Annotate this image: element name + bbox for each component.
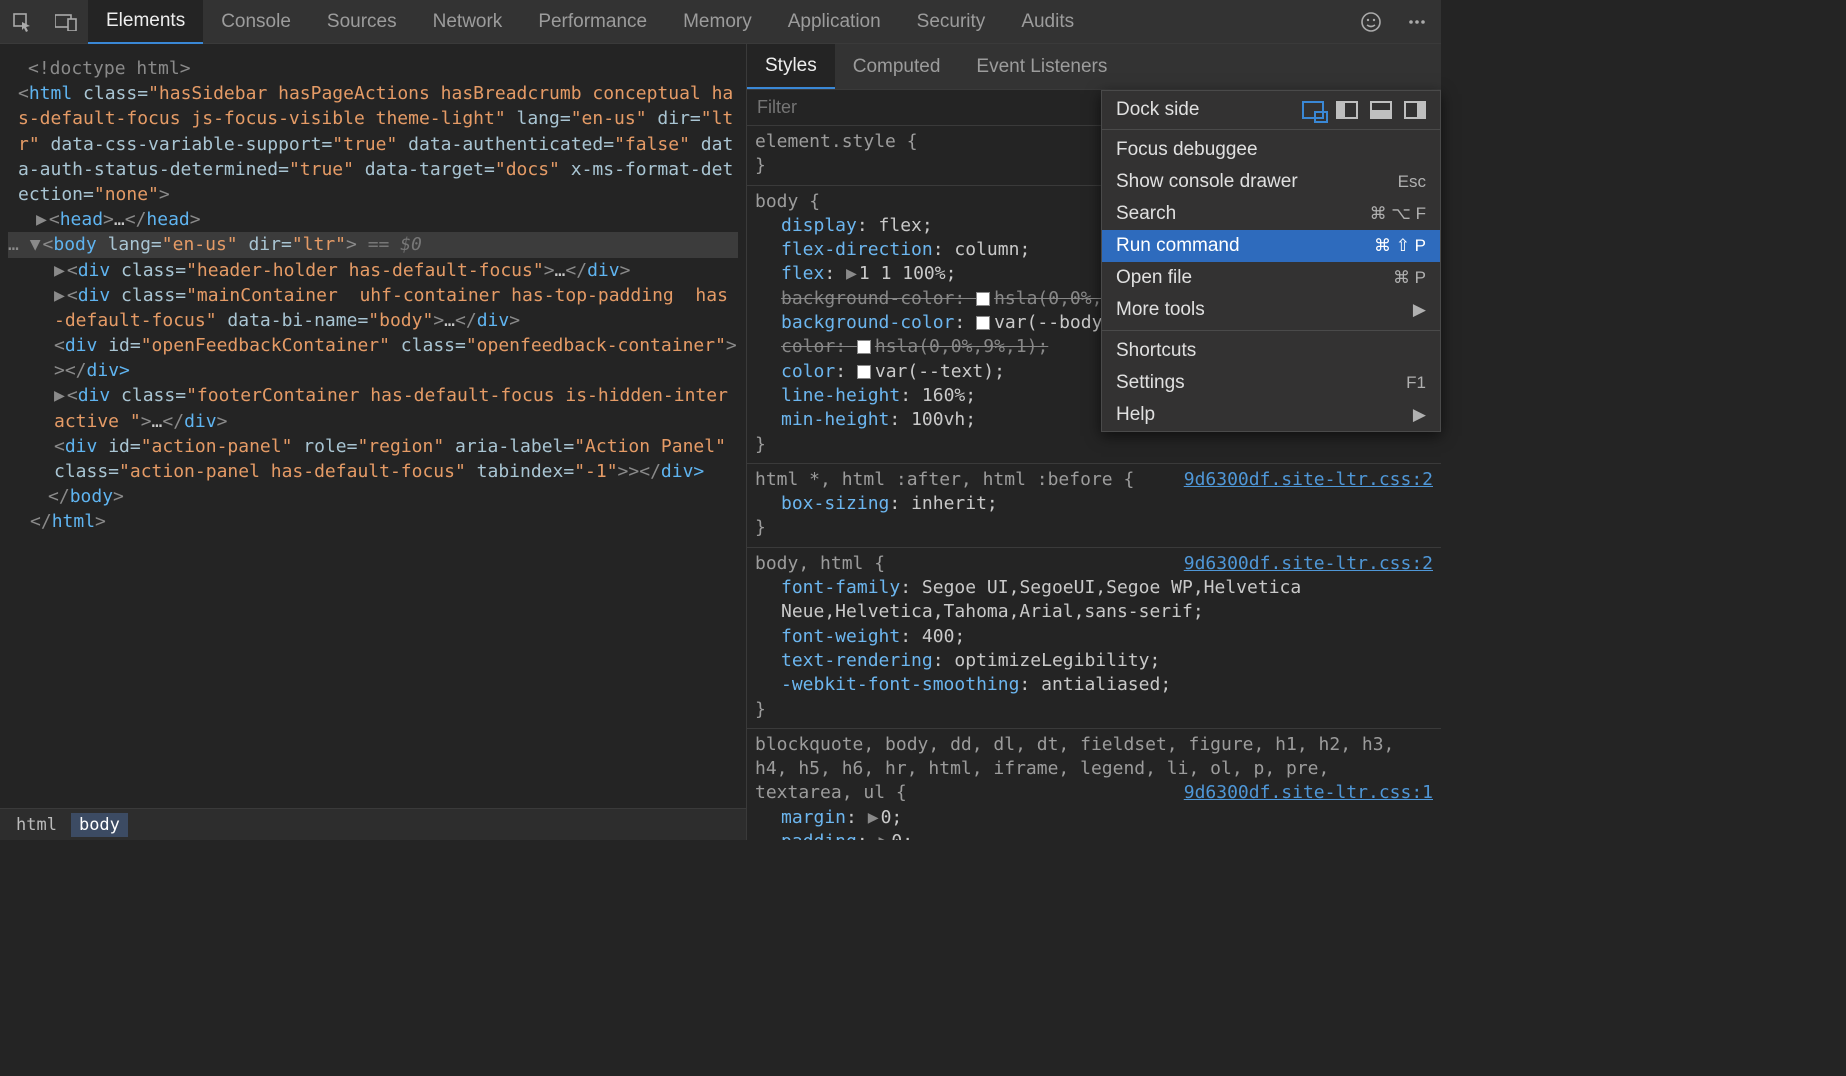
dock-left-icon[interactable] [1336,101,1358,119]
dock-side-label: Dock side [1116,99,1199,121]
breadcrumb-body[interactable]: body [71,813,128,837]
tab-memory[interactable]: Memory [665,0,770,44]
breadcrumb-html[interactable]: html [8,813,65,837]
source-link[interactable]: 9d6300df.site-ltr.css:2 [1184,552,1433,576]
menu-open-file[interactable]: Open file⌘ P [1102,262,1440,294]
elements-panel: <!doctype html><html class="hasSidebar h… [0,44,746,840]
tab-elements[interactable]: Elements [88,0,203,44]
source-link[interactable]: 9d6300df.site-ltr.css:1 [1184,781,1433,805]
menu-more-tools[interactable]: More tools▶ [1102,294,1440,326]
top-toolbar: ElementsConsoleSourcesNetworkPerformance… [0,0,1441,44]
dock-right-icon[interactable] [1404,101,1426,119]
feedback-icon[interactable] [1355,0,1387,44]
tab-audits[interactable]: Audits [1003,0,1092,44]
menu-search[interactable]: Search⌘ ⌥ F [1102,198,1440,230]
dom-tree[interactable]: <!doctype html><html class="hasSidebar h… [0,44,746,808]
menu-shortcuts[interactable]: Shortcuts [1102,335,1440,367]
main-tabs: ElementsConsoleSourcesNetworkPerformance… [88,0,1092,44]
tab-security[interactable]: Security [899,0,1004,44]
dock-side-row: Dock side [1102,91,1440,125]
device-toggle-icon[interactable] [44,0,88,44]
tab-computed[interactable]: Computed [835,44,959,89]
menu-settings[interactable]: SettingsF1 [1102,367,1440,399]
source-link[interactable]: 9d6300df.site-ltr.css:2 [1184,468,1433,492]
menu-show-console-drawer[interactable]: Show console drawerEsc [1102,166,1440,198]
tab-application[interactable]: Application [770,0,899,44]
menu-help[interactable]: Help▶ [1102,399,1440,431]
menu-focus-debuggee[interactable]: Focus debuggee [1102,134,1440,166]
tab-network[interactable]: Network [415,0,521,44]
menu-run-command[interactable]: Run command⌘ ⇧ P [1102,230,1440,262]
styles-panel: StylesComputedEvent Listeners element.st… [746,44,1441,840]
styles-tabs: StylesComputedEvent Listeners [747,44,1441,90]
inspect-icon[interactable] [0,0,44,44]
breadcrumb: htmlbody [0,808,746,840]
dock-undock-icon[interactable] [1302,101,1324,119]
more-menu-icon[interactable] [1401,0,1433,44]
settings-menu: Dock side Focus debuggeeShow console dra… [1101,90,1441,432]
tab-console[interactable]: Console [203,0,309,44]
tab-performance[interactable]: Performance [520,0,665,44]
tab-sources[interactable]: Sources [309,0,415,44]
dock-bottom-icon[interactable] [1370,101,1392,119]
tab-styles[interactable]: Styles [747,44,835,89]
tab-event-listeners[interactable]: Event Listeners [958,44,1125,89]
